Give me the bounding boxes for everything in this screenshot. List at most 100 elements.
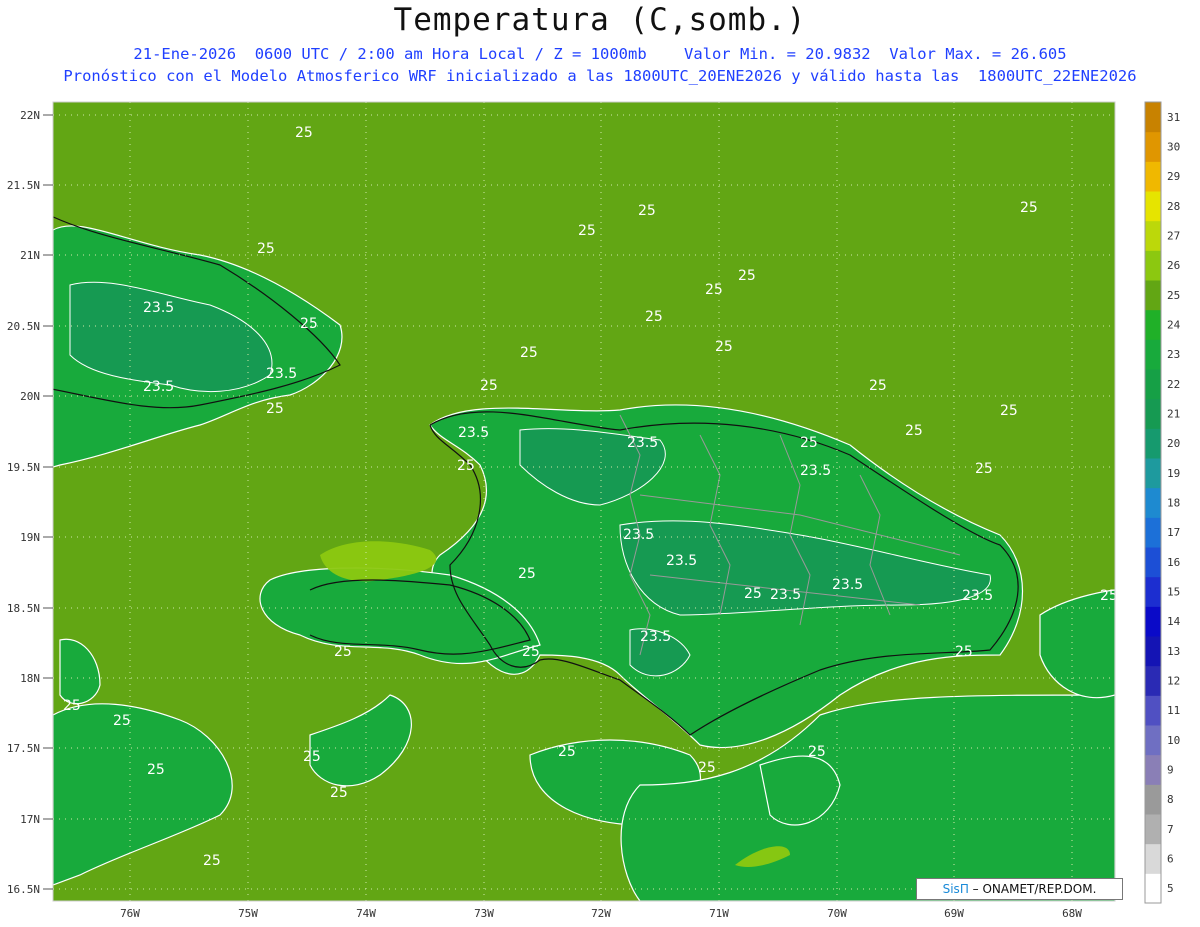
colorbar-label: 7: [1167, 823, 1174, 836]
lat-tick-marks: [43, 114, 53, 890]
contour-label: 25: [578, 223, 596, 239]
contour-label: 23.5: [627, 435, 658, 451]
colorbar-label: 18: [1167, 497, 1180, 510]
lat-tick: 17.5N: [7, 742, 40, 755]
contour-label: 23.5: [800, 463, 831, 479]
contour-label: 25: [203, 853, 221, 869]
contour-label: 25: [975, 461, 993, 477]
lat-tick: 20.5N: [7, 320, 40, 333]
colorbar-swatch: [1145, 458, 1161, 489]
lon-tick: 68W: [1062, 907, 1082, 920]
contour-label: 23.5: [770, 587, 801, 603]
colorbar-label: 19: [1167, 467, 1180, 480]
contour-label: 23.5: [143, 300, 174, 316]
colorbar-swatch: [1145, 398, 1161, 429]
colorbar-swatch: [1145, 814, 1161, 845]
contour-label: 25: [334, 644, 352, 660]
colorbar-swatch: [1145, 606, 1161, 637]
contour-label: 25: [520, 345, 538, 361]
colorbar-label: 16: [1167, 556, 1180, 569]
colorbar-swatch: [1145, 309, 1161, 340]
lat-tick: 19N: [20, 531, 40, 544]
lat-tick: 20N: [20, 390, 40, 403]
credit-text: – ONAMET/REP.DOM.: [972, 882, 1097, 896]
colorbar-swatch: [1145, 725, 1161, 756]
lon-tick: 72W: [591, 907, 611, 920]
colorbar-swatch: [1145, 873, 1161, 904]
colorbar-label: 15: [1167, 586, 1180, 599]
contour-label: 25: [715, 339, 733, 355]
contour-label: 25: [955, 644, 973, 660]
colorbar-swatch: [1145, 428, 1161, 459]
colorbar-swatch: [1145, 131, 1161, 162]
colorbar-swatch: [1145, 220, 1161, 251]
colorbar-swatch: [1145, 636, 1161, 667]
contour-label: 23.5: [962, 588, 993, 604]
colorbar-label: 24: [1167, 319, 1181, 332]
lat-tick: 18N: [20, 672, 40, 685]
contour-label: 25: [457, 458, 475, 474]
colorbar-label: 23: [1167, 348, 1180, 361]
contour-label: 23.5: [666, 553, 697, 569]
contour-label: 23.5: [640, 629, 671, 645]
lat-tick: 22N: [20, 109, 40, 122]
contour-label: 25: [113, 713, 131, 729]
colorbar-label: 5: [1167, 882, 1174, 895]
contour-label: 25: [300, 316, 318, 332]
colorbar-label: 31: [1167, 111, 1180, 124]
colorbar-swatch: [1145, 843, 1161, 874]
colorbar-swatch: [1145, 517, 1161, 548]
contour-label: 25: [744, 586, 762, 602]
lat-tick: 19.5N: [7, 461, 40, 474]
contour-label: 25: [638, 203, 656, 219]
colorbar-swatch: [1145, 250, 1161, 281]
colorbar-swatch: [1145, 784, 1161, 815]
lon-tick: 71W: [709, 907, 729, 920]
lat-tick: 17N: [20, 813, 40, 826]
contour-label: 23.5: [832, 577, 863, 593]
colorbar-label: 14: [1167, 615, 1181, 628]
colorbar-swatch: [1145, 576, 1161, 607]
contour-label: 25: [303, 749, 321, 765]
contour-label: 23.5: [266, 366, 297, 382]
lon-tick: 76W: [120, 907, 140, 920]
colorbar-label: 30: [1167, 141, 1180, 154]
contour-label: 25: [808, 744, 826, 760]
contour-label: 23.5: [143, 379, 174, 395]
colorbar-label: 12: [1167, 675, 1180, 688]
contour-label: 25: [558, 744, 576, 760]
colorbar-label: 9: [1167, 764, 1174, 777]
lon-tick: 69W: [944, 907, 964, 920]
lat-tick: 21N: [20, 249, 40, 262]
colorbar-swatch: [1145, 665, 1161, 696]
colorbar-label: 20: [1167, 437, 1180, 450]
colorbar-label: 8: [1167, 793, 1174, 806]
colorbar-label: 6: [1167, 853, 1174, 866]
contour-label: 25: [257, 241, 275, 257]
colorbar-label: 25: [1167, 289, 1180, 302]
contour-label: 25: [905, 423, 923, 439]
colorbar-label: 28: [1167, 200, 1180, 213]
contour-label: 25: [147, 762, 165, 778]
colorbar: 5 6 7 8 9 10 11 12 13 14 15 16 17 18 19 20 21 22 23 24 25 26 2…: [1144, 101, 1181, 904]
colorbar-label: 11: [1167, 704, 1180, 717]
colorbar-label: 26: [1167, 259, 1180, 272]
colorbar-label: 10: [1167, 734, 1180, 747]
lat-tick: 18.5N: [7, 602, 40, 615]
colorbar-swatch: [1145, 369, 1161, 400]
credit-box: SisΠ – ONAMET/REP.DOM.: [916, 878, 1123, 900]
lon-tick: 75W: [238, 907, 258, 920]
contour-label: 25: [705, 282, 723, 298]
contour-label: 25: [63, 698, 81, 714]
colorbar-swatch: [1145, 695, 1161, 726]
contour-label: 25: [295, 125, 313, 141]
contour-label: 25: [738, 268, 756, 284]
contour-label: 25: [480, 378, 498, 394]
colorbar-swatch: [1145, 547, 1161, 578]
contour-label: 25: [266, 401, 284, 417]
forecast-time-line: 21-Ene-2026 0600 UTC / 2:00 am Hora Loca…: [133, 45, 1067, 63]
colorbar-swatch: [1145, 161, 1161, 192]
contour-label: 25: [330, 785, 348, 801]
colorbar-label: 22: [1167, 378, 1180, 391]
contour-label: 25: [518, 566, 536, 582]
